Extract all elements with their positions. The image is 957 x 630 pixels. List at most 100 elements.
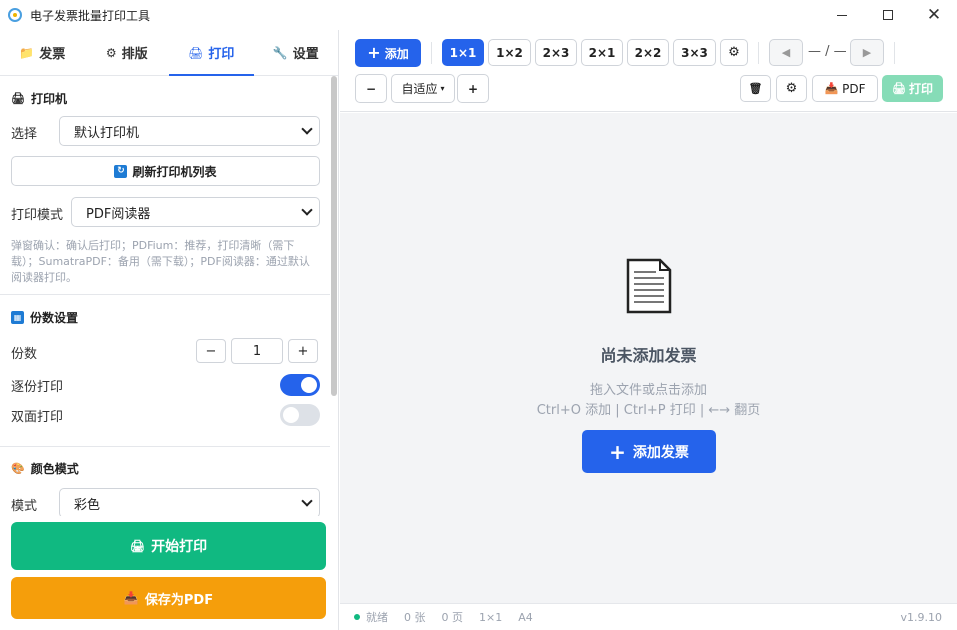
- section-divider: [0, 446, 330, 447]
- zoom-out-button[interactable]: −: [355, 74, 387, 103]
- collate-toggle[interactable]: [280, 374, 320, 396]
- layout-3x3-button[interactable]: 3×3: [673, 39, 716, 66]
- print-mode-value: PDF阅读器: [86, 206, 151, 222]
- printer-icon: 🖨: [11, 92, 25, 105]
- printer-select-value: 默认打印机: [74, 125, 140, 141]
- copies-value-input[interactable]: 1: [231, 338, 283, 364]
- trash-icon: 🗑: [748, 82, 763, 95]
- chevron-down-icon: [301, 495, 313, 507]
- print-mode-hint: 弹窗确认：确认后打印；PDFium：推荐，打印清晰（需下载）；SumatraPD…: [11, 239, 310, 284]
- window-title: 电子发票批量打印工具: [30, 8, 151, 23]
- minimize-icon: [837, 14, 847, 16]
- next-page-button[interactable]: ▶: [850, 39, 884, 66]
- status-version: v1.9.10: [900, 610, 943, 624]
- refresh-printers-label: 刷新打印机列表: [132, 164, 217, 179]
- palette-icon: 🎨: [11, 462, 25, 475]
- layout-2x1-button[interactable]: 2×1: [581, 39, 623, 66]
- app-logo-icon: [8, 8, 22, 22]
- zoom-select[interactable]: 自适应 ▾: [391, 74, 455, 103]
- color-mode-select[interactable]: 彩色: [59, 488, 320, 516]
- left-panel: 📁 发票 ⚙ 排版 🖨 打印 🔧 设置 🖨 打印机 选择 默认打印机 ↻ 刷新打…: [0, 30, 339, 630]
- preview-canvas[interactable]: 尚未添加发票 拖入文件或点击添加 Ctrl+O 添加 | Ctrl+P 打印 |…: [340, 113, 957, 603]
- copies-stepper: − 1 +: [196, 338, 318, 364]
- title-bar: 电子发票批量打印工具 ✕: [0, 0, 957, 30]
- prev-page-button[interactable]: ◀: [769, 39, 803, 66]
- print-button-label: 打印: [908, 82, 933, 96]
- layout-1x1-button[interactable]: 1×1: [442, 39, 484, 66]
- tab-settings-label: 设置: [292, 47, 319, 62]
- copies-count-label: 份数: [11, 347, 38, 362]
- plus-icon: +: [367, 43, 381, 62]
- maximize-button[interactable]: [865, 0, 911, 30]
- collate-label: 逐份打印: [11, 380, 64, 395]
- empty-state-title: 尚未添加发票: [600, 346, 697, 365]
- printer-section-title: 打印机: [30, 92, 67, 106]
- printer-section-header: 🖨 打印机: [0, 90, 67, 107]
- color-section-header: 🎨 颜色模式: [0, 460, 79, 477]
- layout-2x3-button[interactable]: 2×3: [535, 39, 577, 66]
- settings-scroll-area: 🖨 打印机 选择 默认打印机 ↻ 刷新打印机列表 打印模式 PDF阅读器 弹窗确…: [0, 76, 330, 516]
- download-icon: 📥: [123, 591, 139, 605]
- gear-icon: ⚙: [728, 45, 740, 60]
- document-icon: [626, 258, 672, 314]
- copies-decrement-button[interactable]: −: [196, 339, 226, 363]
- layout-1x2-button[interactable]: 1×2: [488, 39, 531, 66]
- print-button[interactable]: 🖨 打印: [882, 75, 943, 102]
- zoom-in-button[interactable]: +: [457, 74, 489, 103]
- color-mode-value: 彩色: [74, 497, 101, 513]
- toolbar-separator: [431, 42, 432, 64]
- print-mode-select[interactable]: PDF阅读器: [71, 197, 320, 227]
- color-mode-row: 模式: [11, 495, 37, 514]
- status-invoice-count: 0 张: [404, 611, 426, 624]
- status-paper: A4: [518, 610, 533, 624]
- start-print-label: 开始打印: [151, 539, 208, 555]
- next-icon: ▶: [862, 46, 872, 59]
- add-button[interactable]: + 添加: [355, 39, 421, 67]
- tab-invoices[interactable]: 📁 发票: [0, 30, 85, 75]
- grid-icon: ▦: [11, 311, 24, 324]
- color-section-title: 颜色模式: [30, 462, 79, 476]
- download-icon: 📥: [824, 82, 839, 95]
- tab-settings[interactable]: 🔧 设置: [254, 30, 339, 75]
- toolbar: + 添加 1×1 1×2 2×3 2×1 2×2 3×3 ⚙ ◀ — / — ▶…: [340, 30, 957, 112]
- minimize-button[interactable]: [819, 0, 865, 30]
- duplex-label: 双面打印: [11, 410, 64, 425]
- page-indicator: — / —: [808, 44, 847, 59]
- start-print-button[interactable]: 🖨 开始打印: [11, 522, 326, 570]
- refresh-icon: ↻: [114, 164, 128, 178]
- status-bar: 就绪 0 张 0 页 1×1 A4 v1.9.10: [340, 603, 957, 630]
- export-pdf-label: PDF: [842, 81, 866, 96]
- tab-print[interactable]: 🖨 打印: [169, 30, 254, 76]
- panel-scrollbar[interactable]: [331, 76, 337, 396]
- add-invoice-button[interactable]: + 添加发票: [582, 430, 716, 473]
- copies-increment-button[interactable]: +: [288, 339, 318, 363]
- export-pdf-button[interactable]: 📥 PDF: [812, 75, 878, 102]
- zoom-value: 自适应: [401, 82, 438, 96]
- save-pdf-button[interactable]: 📥 保存为PDF: [11, 577, 326, 619]
- clear-button[interactable]: 🗑: [740, 75, 771, 102]
- layout-settings-button[interactable]: ⚙: [720, 39, 748, 66]
- print-settings-button[interactable]: ⚙: [776, 75, 807, 102]
- refresh-printers-button[interactable]: ↻ 刷新打印机列表: [11, 156, 320, 186]
- gear-icon: ⚙: [105, 45, 117, 60]
- add-button-label: 添加: [384, 46, 409, 61]
- maximize-icon: [883, 10, 893, 20]
- close-button[interactable]: ✕: [911, 0, 957, 30]
- tab-layout[interactable]: ⚙ 排版: [85, 30, 170, 75]
- copies-section-title: 份数设置: [30, 311, 79, 325]
- tab-print-label: 打印: [208, 47, 235, 62]
- duplex-toggle[interactable]: [280, 404, 320, 426]
- gear-icon: ⚙: [785, 81, 798, 96]
- copies-section-header: ▦ 份数设置: [0, 309, 78, 326]
- prev-icon: ◀: [781, 46, 791, 59]
- printer-select-row: 选择: [11, 123, 37, 142]
- chevron-down-icon: ▾: [440, 84, 445, 93]
- print-mode-row: 打印模式: [11, 204, 63, 223]
- layout-2x2-button[interactable]: 2×2: [627, 39, 669, 66]
- printer-icon: 🖨: [892, 82, 906, 95]
- toolbar-separator: [758, 42, 759, 64]
- plus-icon: +: [609, 439, 626, 464]
- wrench-icon: 🔧: [272, 45, 288, 60]
- color-mode-label: 模式: [11, 499, 38, 514]
- printer-select[interactable]: 默认打印机: [59, 116, 320, 146]
